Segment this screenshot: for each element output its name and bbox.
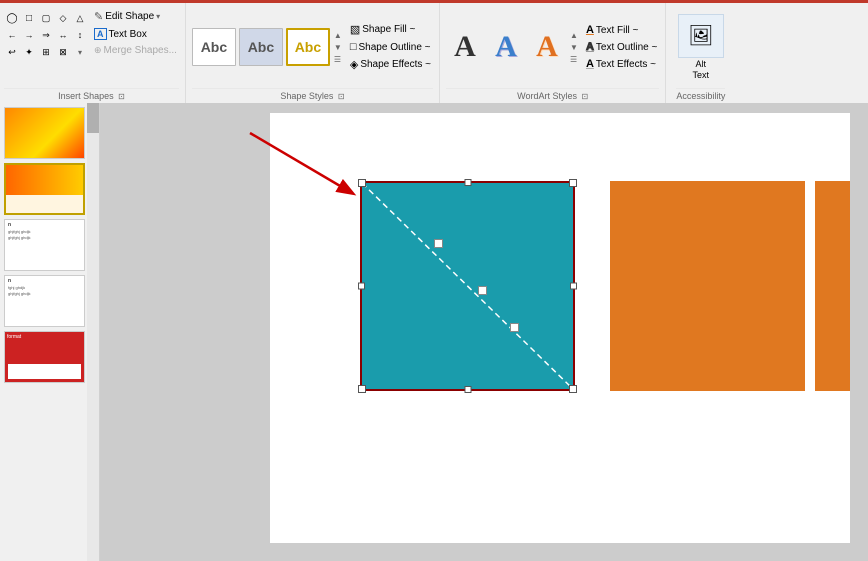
diag-handle-1[interactable]	[434, 239, 443, 248]
shape-fill-label: Shape Fill ~	[362, 24, 415, 35]
diag-handle-3[interactable]	[510, 323, 519, 332]
edit-shape-chevron-icon: ▾	[156, 12, 160, 21]
shape-fill-icon: ▧	[350, 23, 360, 36]
text-outline-a-icon: A	[586, 41, 594, 53]
edit-shape-label: Edit Shape	[105, 11, 154, 22]
shape-extra1-icon[interactable]: ⊠	[55, 44, 71, 60]
text-fill-label: Text Fill ~	[596, 25, 639, 36]
insert-shapes-section-label: Insert Shapes	[58, 91, 114, 101]
shape-styles-expand-arrow[interactable]: ▲	[333, 30, 343, 41]
wordart-collapse-arrow[interactable]: ▼	[569, 42, 579, 53]
handle-top-mid[interactable]	[464, 179, 471, 186]
merge-shapes-button[interactable]: ⊕ Merge Shapes...	[92, 44, 179, 57]
handle-top-left[interactable]	[358, 179, 366, 187]
panel-scrollbar[interactable]	[87, 103, 99, 561]
shape-rounded-icon[interactable]: ▢	[38, 10, 54, 26]
main-area: n ghjfghj ghdjk ghjfghj ghdjk n fghj ghd…	[0, 103, 868, 561]
orange-shape-1[interactable]	[610, 181, 805, 391]
text-outline-label: Text Outline ~	[596, 42, 657, 53]
slide-thumb-4[interactable]: n fghj ghdjk ghjfghj ghdjk	[4, 275, 85, 327]
wordart-section-label: WordArt Styles	[517, 91, 577, 101]
shape-effects-label: Shape Effects ~	[360, 59, 431, 70]
textbox-icon: A	[94, 28, 107, 40]
shape-styles-expand-icon[interactable]: ⊡	[338, 92, 345, 101]
insert-shapes-expand-icon[interactable]: ⊡	[118, 92, 125, 101]
shape-diamond-icon[interactable]: ◇	[55, 10, 71, 26]
shape-leftright-icon[interactable]: ↔	[55, 27, 71, 43]
diag-handle-2[interactable]	[478, 286, 487, 295]
handle-bottom-mid[interactable]	[464, 386, 471, 393]
shape-rect-icon[interactable]: □	[21, 10, 37, 26]
canvas-area[interactable]	[100, 103, 868, 561]
shape-fill-button[interactable]: ▧ Shape Fill ~	[348, 22, 433, 37]
teal-shape[interactable]	[360, 181, 575, 391]
handle-bottom-left[interactable]	[358, 385, 366, 393]
ribbon: ◯ □ ▢ ◇ △ ← → ⇒ ↔ ↕ ↩ ✦ ⊞ ⊠ ▾	[0, 0, 868, 103]
shape-outline-label: Shape Outline ~	[359, 42, 431, 53]
ribbon-tabs-content: ◯ □ ▢ ◇ △ ← → ⇒ ↔ ↕ ↩ ✦ ⊞ ⊠ ▾	[0, 3, 868, 103]
slide-thumb-3[interactable]: n ghjfghj ghdjk ghjfghj ghdjk	[4, 219, 85, 271]
panel-scrollbar-thumb[interactable]	[87, 103, 99, 133]
shapes-expand-icon[interactable]: ▾	[72, 44, 88, 60]
alt-text-label: AltText	[693, 59, 710, 81]
slide-canvas	[270, 113, 850, 543]
merge-icon: ⊕	[94, 45, 102, 56]
edit-shape-icon: ✎	[94, 10, 103, 23]
wordart-expand-icon[interactable]: ⊡	[582, 92, 589, 101]
shape-arrow-left-icon[interactable]: ←	[4, 27, 20, 43]
alt-text-button[interactable]: 🖼 AltText	[678, 14, 724, 81]
text-box-label: Text Box	[109, 29, 147, 40]
slide-thumb-1[interactable]	[4, 107, 85, 159]
shape-arrow-right-icon[interactable]: →	[21, 27, 37, 43]
shape-updown-icon[interactable]: ↕	[72, 27, 88, 43]
text-box-button[interactable]: A Text Box	[92, 27, 179, 41]
wordart-a-plain[interactable]: A	[446, 25, 484, 69]
wordart-a-blue[interactable]: A	[487, 25, 525, 69]
slide-panel: n ghjfghj ghdjk ghjfghj ghdjk n fghj ghd…	[0, 103, 100, 561]
wordart-a-orange[interactable]: A	[528, 25, 566, 69]
wordart-expand-arrow[interactable]: ▲	[569, 30, 579, 41]
text-effects-label: Text Effects ~	[596, 59, 656, 70]
shape-preset-2[interactable]: Abc	[239, 28, 283, 66]
shape-styles-more-icon[interactable]: ☰	[333, 54, 343, 65]
shape-more-icon[interactable]: ⊞	[38, 44, 54, 60]
slide-thumb-5[interactable]: format	[4, 331, 85, 383]
alt-text-icon: 🖼	[678, 14, 724, 58]
handle-right-mid[interactable]	[570, 283, 577, 290]
slide-thumb-2[interactable]	[4, 163, 85, 215]
text-fill-a-icon: A	[586, 24, 594, 36]
shape-bent-icon[interactable]: ↩	[4, 44, 20, 60]
shape-preset-3[interactable]: Abc	[286, 28, 330, 66]
text-outline-button[interactable]: A Text Outline ~	[584, 40, 659, 54]
shape-arrow-icon[interactable]: ⇒	[38, 27, 54, 43]
shape-styles-section-label: Shape Styles	[280, 91, 333, 101]
shape-effects-icon: ◈	[350, 58, 358, 71]
handle-top-right[interactable]	[569, 179, 577, 187]
shape-oval-icon[interactable]: ◯	[4, 10, 20, 26]
shape-outline-button[interactable]: □ Shape Outline ~	[348, 40, 433, 54]
handle-left-mid[interactable]	[358, 283, 365, 290]
red-arrow	[240, 123, 370, 211]
wordart-more-icon[interactable]: ☰	[569, 54, 579, 65]
shape-preset-1[interactable]: Abc	[192, 28, 236, 66]
shape-styles-collapse-arrow[interactable]: ▼	[333, 42, 343, 53]
orange-shape-2[interactable]	[815, 181, 850, 391]
shape-effects-button[interactable]: ◈ Shape Effects ~	[348, 57, 433, 72]
edit-shape-button[interactable]: ✎ Edit Shape ▾	[92, 9, 179, 24]
shape-outline-icon: □	[350, 41, 357, 53]
merge-shapes-label: Merge Shapes...	[104, 45, 177, 56]
shape-triangle-icon[interactable]: △	[72, 10, 88, 26]
accessibility-section-label: Accessibility	[676, 91, 725, 101]
text-fill-button[interactable]: A Text Fill ~	[584, 23, 659, 37]
handle-bottom-right[interactable]	[569, 385, 577, 393]
shape-quad-icon[interactable]: ✦	[21, 44, 37, 60]
text-effects-a-icon: A	[586, 58, 594, 70]
text-effects-button[interactable]: A Text Effects ~	[584, 57, 659, 71]
